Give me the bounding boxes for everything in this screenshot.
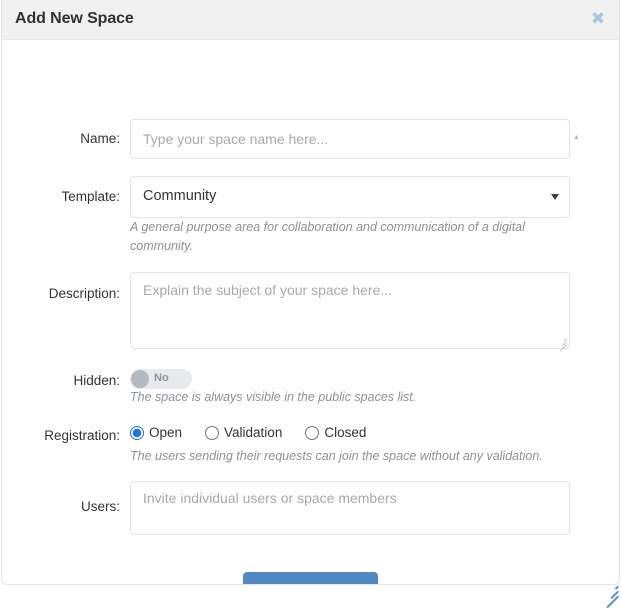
users-field-wrap [130, 481, 570, 535]
hidden-label: Hidden: [2, 373, 120, 388]
registration-radio-closed[interactable] [305, 426, 319, 440]
template-label: Template: [2, 189, 120, 204]
registration-option-closed[interactable]: Closed [305, 425, 366, 440]
template-select[interactable]: Community [130, 176, 570, 218]
users-label: Users: [2, 499, 120, 514]
description-label: Description: [2, 286, 120, 301]
registration-option-label: Closed [324, 425, 366, 440]
description-field-wrap [130, 272, 570, 349]
name-required-marker: * [574, 133, 579, 147]
registration-help-text: The users sending their requests can joi… [130, 447, 590, 466]
registration-option-validation[interactable]: Validation [205, 425, 282, 440]
toggle-state-label: No [154, 372, 169, 384]
description-input[interactable] [130, 272, 570, 349]
hidden-toggle[interactable]: No [130, 369, 192, 389]
registration-radio-validation[interactable] [205, 426, 219, 440]
name-label: Name: [2, 131, 120, 146]
dialog-actions: Create Space [2, 572, 619, 585]
chevron-down-icon [551, 194, 559, 200]
hidden-field-wrap: No [130, 369, 192, 389]
toggle-knob [131, 370, 149, 388]
users-input[interactable] [130, 481, 570, 535]
registration-option-open[interactable]: Open [130, 425, 182, 440]
window-resize-grip-icon[interactable] [603, 582, 619, 598]
registration-option-label: Validation [224, 425, 282, 440]
name-input[interactable] [130, 119, 570, 159]
template-field-wrap: Community [130, 176, 570, 218]
registration-radio-open[interactable] [130, 426, 144, 440]
registration-radio-group: Open Validation Closed [130, 425, 389, 440]
description-area [130, 272, 570, 349]
registration-label: Registration: [2, 428, 120, 443]
dialog-title: Add New Space [15, 10, 134, 28]
add-new-space-dialog: Add New Space ✖ Name: * Template: Commun… [1, 0, 620, 585]
close-icon[interactable]: ✖ [588, 9, 608, 29]
dialog-header: Add New Space ✖ [2, 0, 619, 40]
name-field-wrap [130, 119, 570, 159]
create-space-button[interactable]: Create Space [243, 572, 379, 585]
dialog-body: Name: * Template: Community A general pu… [2, 40, 619, 584]
registration-option-label: Open [149, 425, 182, 440]
hidden-help-text: The space is always visible in the publi… [130, 388, 560, 407]
template-selected-value: Community [143, 188, 216, 204]
template-help-text: A general purpose area for collaboration… [130, 218, 560, 256]
